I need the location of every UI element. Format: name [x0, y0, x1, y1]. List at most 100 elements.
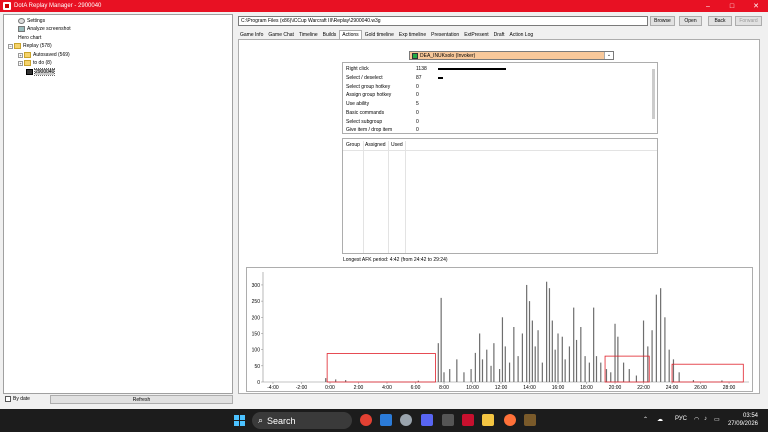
taskbar-search[interactable]: ⌕ Search: [252, 412, 352, 429]
battery-icon[interactable]: ▭: [714, 416, 720, 423]
tab-game-info[interactable]: Game Info: [238, 30, 265, 39]
settings-icon[interactable]: [400, 414, 412, 426]
apm-bar: [573, 307, 575, 382]
taskbar-search-label: Search: [267, 415, 296, 426]
discord-icon[interactable]: [421, 414, 433, 426]
tab-actions[interactable]: Actions: [339, 30, 362, 39]
column-header-group[interactable]: Group: [346, 142, 360, 148]
window-title: DotA Replay Manager - 2900040: [14, 3, 102, 9]
minimize-button[interactable]: –: [696, 0, 720, 12]
tree-item-replay[interactable]: − Replay (578): [8, 42, 52, 50]
apm-bar: [541, 362, 543, 382]
tab-presentation[interactable]: Presentation: [429, 30, 461, 39]
by-date-checkbox[interactable]: By date: [5, 396, 30, 402]
tab-gold-timeline[interactable]: Gold timeline: [363, 30, 396, 39]
y-tick-label: 200: [252, 315, 261, 321]
tab-extpresent[interactable]: ExtPresent: [462, 30, 490, 39]
tab-exp-timeline[interactable]: Exp timeline: [397, 30, 428, 39]
apm-bar: [531, 320, 533, 382]
highlight-box: [671, 363, 744, 383]
tab-draft[interactable]: Draft: [492, 30, 507, 39]
column-header-used[interactable]: Used: [391, 142, 403, 148]
collapse-icon[interactable]: −: [8, 43, 13, 49]
y-tick-label: 100: [252, 348, 261, 354]
x-tick-label: 10:00: [466, 385, 479, 391]
maximize-button[interactable]: □: [720, 0, 744, 12]
column-header-assigned[interactable]: Assigned: [365, 142, 386, 148]
app-icon-red[interactable]: [462, 414, 474, 426]
clock-date: 27/09/2026: [727, 421, 758, 427]
back-button[interactable]: Back: [708, 16, 732, 26]
apm-bar: [610, 372, 612, 382]
apm-bar: [617, 336, 619, 382]
language-indicator[interactable]: РУС: [675, 416, 687, 422]
x-tick-label: 2:00: [354, 385, 364, 391]
windows-start-icon[interactable]: [234, 415, 245, 426]
apm-bar: [508, 362, 511, 382]
column-divider: [405, 141, 406, 253]
gear-icon: [18, 18, 25, 24]
apm-bar: [554, 349, 556, 382]
apm-bar: [325, 378, 327, 382]
apm-bar: [546, 281, 548, 382]
actions-scrollbar[interactable]: [652, 69, 655, 119]
tree-item-autosaved[interactable]: + Autosaved (569): [18, 51, 70, 59]
chrome-icon[interactable]: [360, 414, 372, 426]
open-button[interactable]: Open: [679, 16, 702, 26]
close-button[interactable]: ✕: [744, 0, 768, 12]
apm-bar: [635, 375, 638, 382]
apm-bar: [628, 369, 630, 382]
apm-bar: [470, 369, 472, 382]
x-tick-label: 18:00: [580, 385, 593, 391]
folder-icon: [24, 60, 31, 66]
apm-bar: [584, 356, 586, 382]
apm-bar: [528, 301, 531, 382]
cloud-icon[interactable]: ☁: [657, 416, 663, 423]
volume-icon[interactable]: ♪: [704, 416, 707, 422]
apm-bar: [580, 327, 582, 382]
x-tick-label: 28:00: [723, 385, 736, 391]
clock[interactable]: 03:54 27/09/2026: [728, 412, 758, 428]
firefox-icon[interactable]: [504, 414, 516, 426]
tab-builds[interactable]: Builds: [321, 30, 339, 39]
y-tick-label: 50: [254, 364, 260, 370]
forward-button[interactable]: Forward: [735, 16, 762, 26]
expand-icon[interactable]: +: [18, 60, 23, 66]
browse-button[interactable]: Browse: [650, 16, 675, 26]
dota-replay-manager-icon[interactable]: [524, 414, 536, 426]
taskbar: ⌕ Search ⌃ ☁ РУС ◠ ♪ ▭ 03:54 27/09/2026: [0, 409, 768, 432]
apm-bar: [588, 362, 590, 382]
tab-game-chat[interactable]: Game Chat: [266, 30, 296, 39]
replay-tree[interactable]: Settings Analyze screenshot Hero chart −…: [3, 14, 271, 394]
header-divider: [343, 150, 657, 151]
wifi-icon[interactable]: ◠: [694, 416, 699, 423]
tree-item-to-do[interactable]: + to do (8): [18, 59, 52, 67]
refresh-button[interactable]: Refresh: [50, 395, 233, 404]
app-icon-dark[interactable]: [442, 414, 454, 426]
file-explorer-icon[interactable]: [482, 414, 494, 426]
expand-icon[interactable]: +: [18, 52, 23, 58]
apm-bar: [490, 365, 492, 382]
x-tick-label: 4:00: [382, 385, 392, 391]
tree-item-hero-chart[interactable]: Hero chart: [18, 34, 271, 307]
apm-bar: [672, 359, 675, 382]
apm-bar: [655, 294, 657, 382]
tree-item-settings[interactable]: Settings: [18, 17, 45, 25]
actions-list[interactable]: Right click 1138 Select / deselect 87 Se…: [342, 62, 658, 134]
folder-icon: [14, 43, 21, 49]
apm-bar: [486, 349, 488, 382]
tree-item-replay-file[interactable]: 2900040: [26, 68, 56, 76]
tab-timeline[interactable]: Timeline: [297, 30, 320, 39]
replay-path-input[interactable]: C:\Program Files (x86)\iCCup Warcraft II…: [238, 16, 648, 26]
apm-bar: [668, 349, 670, 382]
action-row: Select / deselect 87: [346, 74, 443, 82]
tree-item-analyze-screenshot[interactable]: Analyze screenshot: [18, 25, 71, 33]
chevron-down-icon[interactable]: ⌄: [604, 52, 613, 59]
notepad-icon[interactable]: [380, 414, 392, 426]
player-select[interactable]: DEA_INUKsolo (Invoker) ⌄: [409, 51, 614, 60]
chevron-up-icon[interactable]: ⌃: [643, 416, 648, 423]
groups-table[interactable]: Group Assigned Used: [342, 138, 658, 254]
apm-bar: [614, 323, 616, 382]
tab-action-log[interactable]: Action Log: [508, 30, 536, 39]
checkbox-box[interactable]: [5, 396, 11, 402]
